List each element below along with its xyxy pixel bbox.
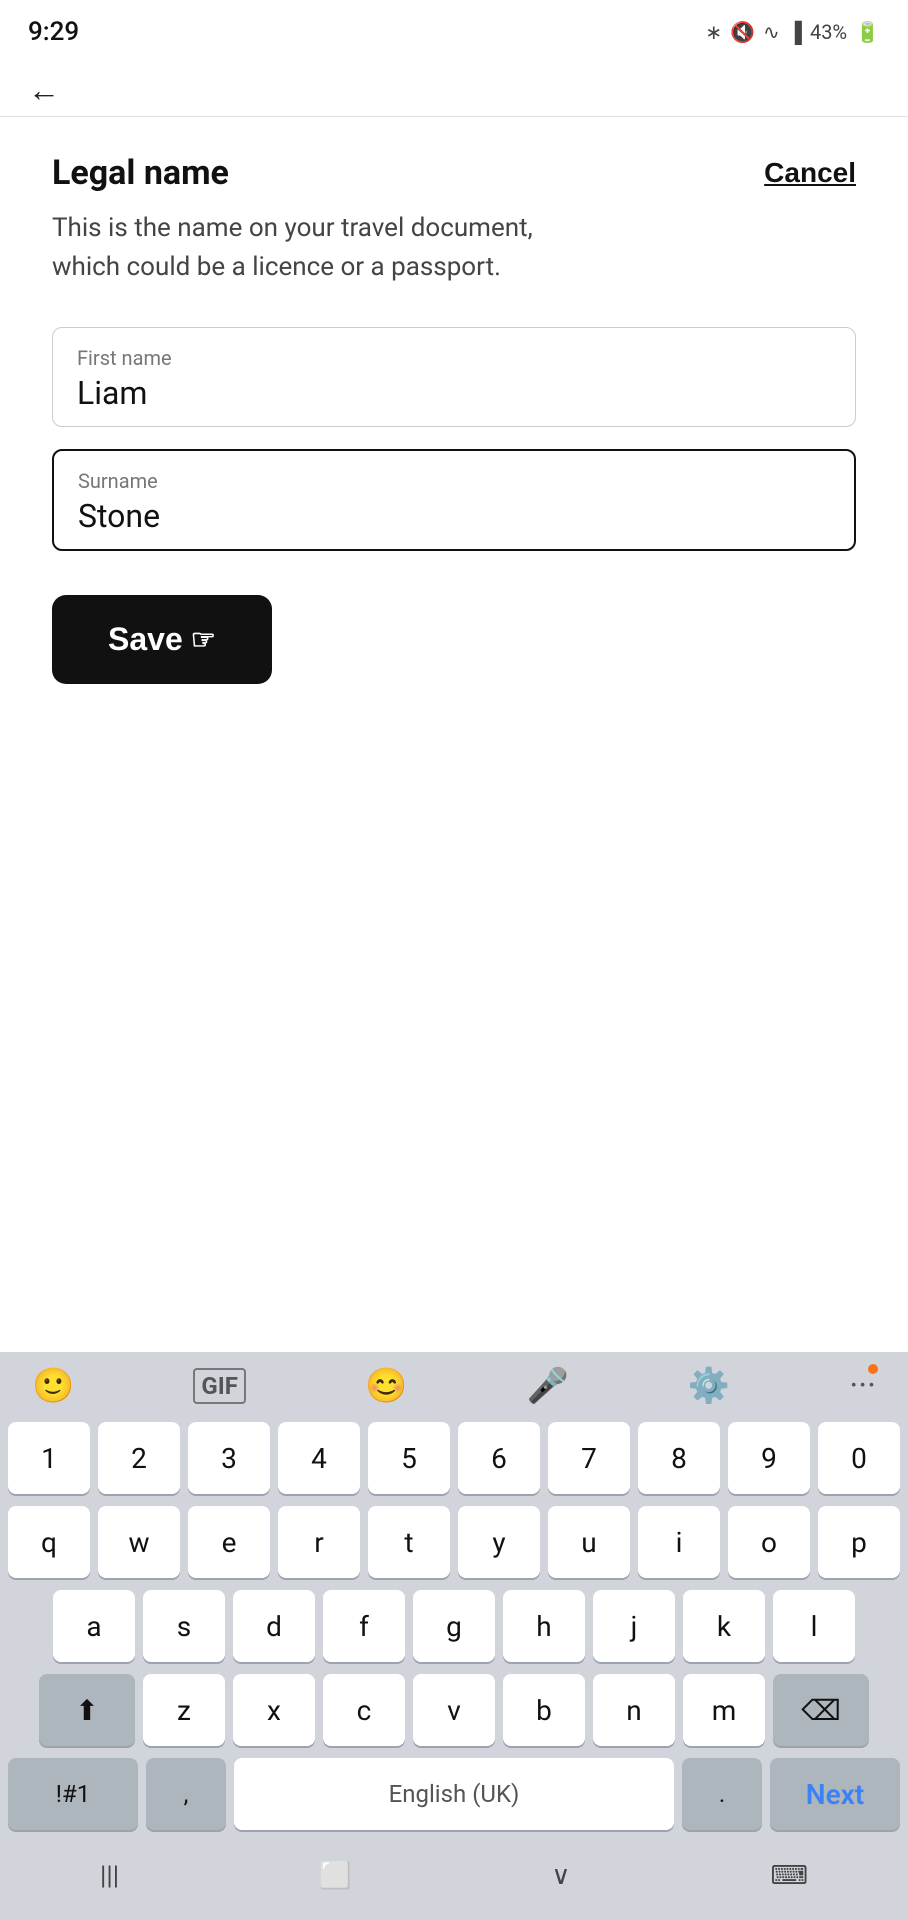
content-area: Legal name Cancel This is the name on yo… (0, 117, 908, 708)
key-9[interactable]: 9 (728, 1422, 810, 1494)
zxcv-row: ⬆ z x c v b n m ⌫ (8, 1674, 900, 1746)
key-y[interactable]: y (458, 1506, 540, 1578)
key-g[interactable]: g (413, 1590, 495, 1662)
key-r[interactable]: r (278, 1506, 360, 1578)
key-6[interactable]: 6 (458, 1422, 540, 1494)
gif-icon[interactable]: GIF (193, 1368, 246, 1404)
comma-label: , (184, 1780, 189, 1808)
mic-icon[interactable]: 🎤 (526, 1366, 568, 1406)
sym-key[interactable]: !#1 (8, 1758, 138, 1830)
first-name-value: Liam (77, 374, 147, 412)
wifi-icon: ∿ (763, 20, 780, 44)
key-1[interactable]: 1 (8, 1422, 90, 1494)
key-2[interactable]: 2 (98, 1422, 180, 1494)
key-e[interactable]: e (188, 1506, 270, 1578)
keyboard-rows: 1 2 3 4 5 6 7 8 9 0 q w e r t y u i o p … (0, 1416, 908, 1746)
key-w[interactable]: w (98, 1506, 180, 1578)
next-key[interactable]: Next (770, 1758, 900, 1830)
page-description: This is the name on your travel document… (52, 209, 572, 287)
comma-key[interactable]: , (146, 1758, 226, 1830)
next-label: Next (806, 1778, 864, 1811)
keyboard-bottom-row: !#1 , English (UK) . Next (0, 1758, 908, 1840)
space-key[interactable]: English (UK) (234, 1758, 674, 1830)
battery-level: 43% (810, 20, 847, 44)
key-h[interactable]: h (503, 1590, 585, 1662)
mute-icon: 🔇 (730, 20, 755, 44)
period-key[interactable]: . (682, 1758, 762, 1830)
cancel-button[interactable]: Cancel (764, 153, 856, 189)
key-3[interactable]: 3 (188, 1422, 270, 1494)
key-q[interactable]: q (8, 1506, 90, 1578)
key-k[interactable]: k (683, 1590, 765, 1662)
nav-back-gesture[interactable]: ||| (100, 1861, 119, 1891)
key-i[interactable]: i (638, 1506, 720, 1578)
key-o[interactable]: o (728, 1506, 810, 1578)
backspace-key[interactable]: ⌫ (773, 1674, 869, 1746)
key-c[interactable]: c (323, 1674, 405, 1746)
key-4[interactable]: 4 (278, 1422, 360, 1494)
key-l[interactable]: l (773, 1590, 855, 1662)
key-m[interactable]: m (683, 1674, 765, 1746)
key-b[interactable]: b (503, 1674, 585, 1746)
first-name-field[interactable]: First name Liam (52, 327, 856, 427)
key-8[interactable]: 8 (638, 1422, 720, 1494)
system-nav: ||| ⬜ ∨ ⌨ (0, 1840, 908, 1920)
page-header: Legal name Cancel (52, 153, 856, 193)
battery-icon: 🔋 (855, 20, 880, 44)
first-name-label: First name (77, 346, 831, 370)
key-5[interactable]: 5 (368, 1422, 450, 1494)
space-label: English (UK) (389, 1780, 520, 1808)
key-z[interactable]: z (143, 1674, 225, 1746)
nav-recents-button[interactable]: ∨ (551, 1861, 570, 1891)
save-button[interactable]: Save ☞ (52, 595, 272, 684)
surname-value: Stone (78, 497, 160, 535)
key-d[interactable]: d (233, 1590, 315, 1662)
form-fields: First name Liam Surname Stone (52, 327, 856, 551)
key-n[interactable]: n (593, 1674, 675, 1746)
qwerty-row: q w e r t y u i o p (8, 1506, 900, 1578)
key-j[interactable]: j (593, 1590, 675, 1662)
key-0[interactable]: 0 (818, 1422, 900, 1494)
emoji-icon[interactable]: 😊 (365, 1366, 407, 1406)
key-x[interactable]: x (233, 1674, 315, 1746)
status-time: 9:29 (28, 17, 79, 47)
period-label: . (719, 1780, 725, 1808)
shift-key[interactable]: ⬆ (39, 1674, 135, 1746)
more-icon[interactable]: ··· (849, 1366, 876, 1406)
key-s[interactable]: s (143, 1590, 225, 1662)
settings-icon[interactable]: ⚙️ (688, 1366, 730, 1406)
keyboard-toolbar: 🙂 GIF 😊 🎤 ⚙️ ··· (0, 1352, 908, 1416)
sym-label: !#1 (56, 1780, 90, 1808)
nav-keyboard-button[interactable]: ⌨ (770, 1861, 808, 1891)
bluetooth-icon: ∗ (705, 20, 722, 44)
key-u[interactable]: u (548, 1506, 630, 1578)
nav-bar: ← (0, 60, 908, 117)
notification-dot (868, 1364, 878, 1374)
key-a[interactable]: a (53, 1590, 135, 1662)
cursor-icon: ☞ (191, 623, 216, 656)
page-title: Legal name (52, 153, 229, 193)
key-t[interactable]: t (368, 1506, 450, 1578)
signal-icon: ▐ (788, 20, 802, 45)
status-bar: 9:29 ∗ 🔇 ∿ ▐ 43% 🔋 (0, 0, 908, 60)
key-p[interactable]: p (818, 1506, 900, 1578)
key-7[interactable]: 7 (548, 1422, 630, 1494)
save-label: Save (108, 621, 183, 658)
nav-home-button[interactable]: ⬜ (319, 1861, 351, 1891)
number-row: 1 2 3 4 5 6 7 8 9 0 (8, 1422, 900, 1494)
key-f[interactable]: f (323, 1590, 405, 1662)
sticker-icon[interactable]: 🙂 (32, 1366, 74, 1406)
asdf-row: a s d f g h j k l (8, 1590, 900, 1662)
back-button[interactable]: ← (28, 74, 60, 106)
keyboard: 🙂 GIF 😊 🎤 ⚙️ ··· 1 2 3 4 5 6 7 8 9 0 q w… (0, 1352, 908, 1920)
status-icons: ∗ 🔇 ∿ ▐ 43% 🔋 (705, 20, 880, 45)
key-v[interactable]: v (413, 1674, 495, 1746)
surname-field[interactable]: Surname Stone (52, 449, 856, 551)
surname-label: Surname (78, 469, 830, 493)
